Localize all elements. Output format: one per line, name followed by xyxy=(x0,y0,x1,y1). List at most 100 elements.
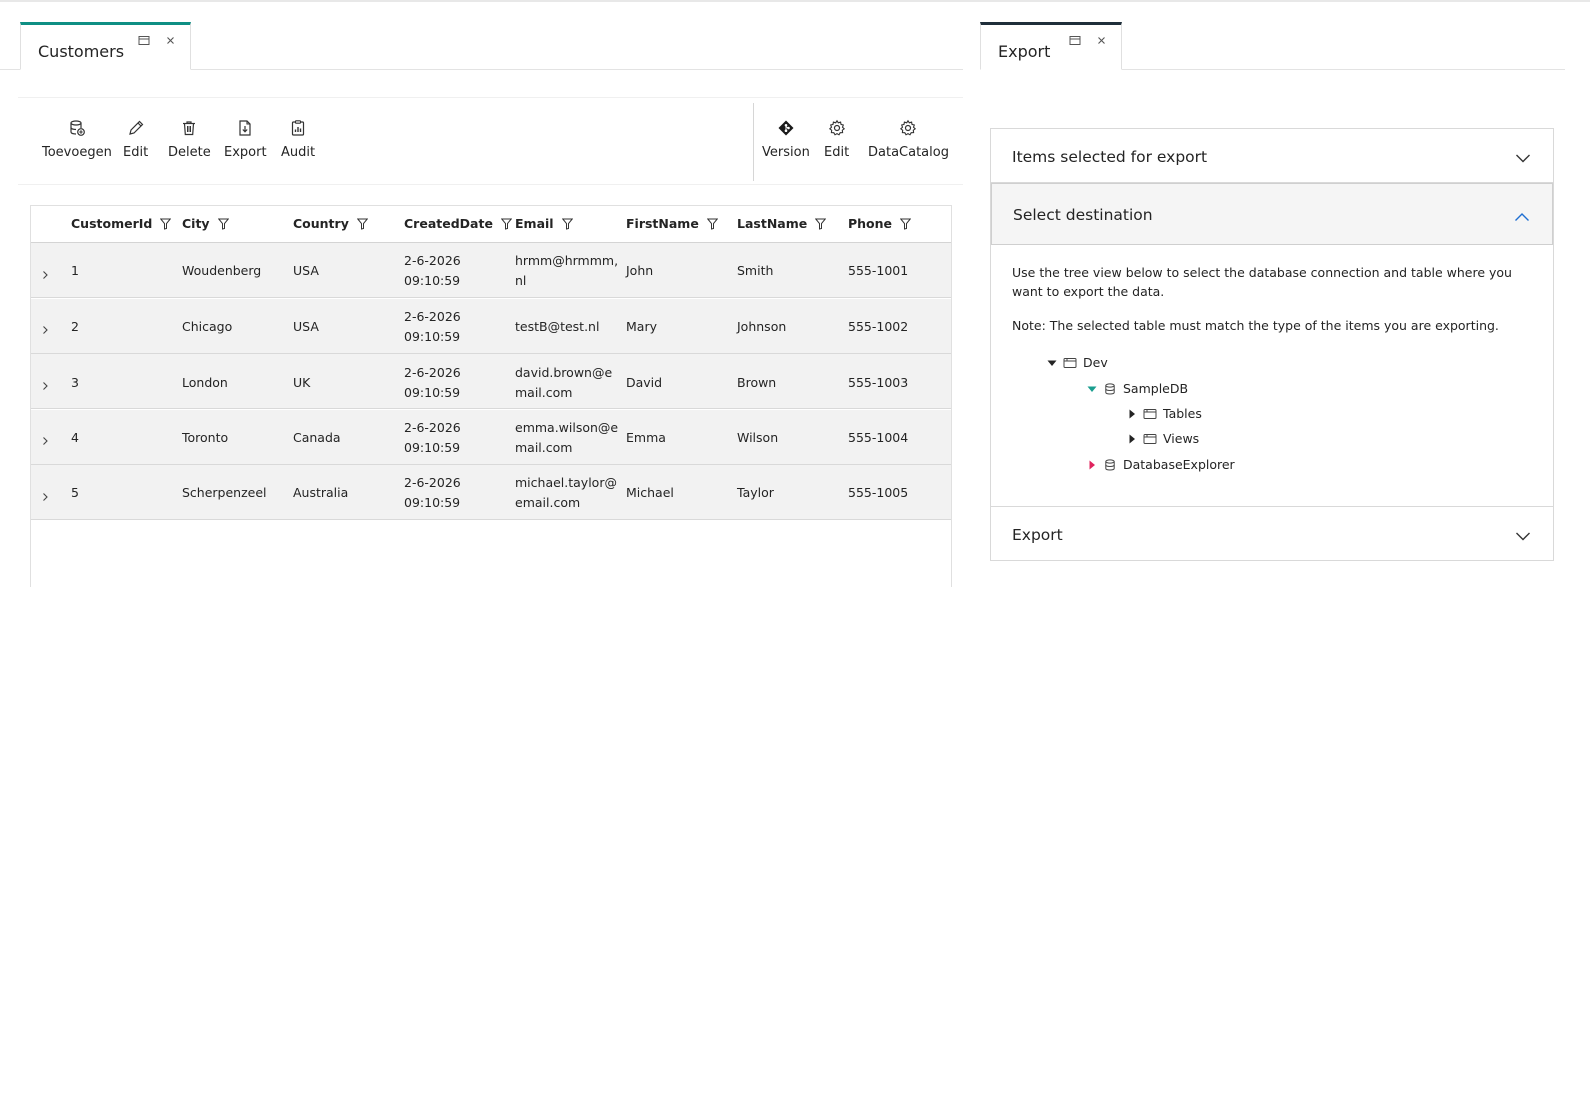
table-row[interactable]: 4 Toronto Canada 2-6-2026 09:10:59 emma.… xyxy=(31,410,951,465)
delete-button[interactable]: Delete xyxy=(168,118,211,160)
column-header-phone[interactable]: Phone xyxy=(848,216,912,231)
accordion-items-selected[interactable]: Items selected for export xyxy=(991,129,1553,183)
tab-customers[interactable]: Customers xyxy=(20,22,191,70)
column-header-label: FirstName xyxy=(626,216,699,231)
column-header-label: Email xyxy=(515,216,554,231)
column-header-customerid[interactable]: CustomerId xyxy=(71,216,172,231)
cell-country: USA xyxy=(293,263,319,278)
filter-icon[interactable] xyxy=(217,218,229,230)
folder-window-icon xyxy=(1063,357,1077,369)
filter-icon[interactable] xyxy=(815,218,827,230)
tree-node-tables[interactable]: Tables xyxy=(1127,406,1202,421)
filter-icon[interactable] xyxy=(356,218,368,230)
export-tabbar: Export xyxy=(980,22,1565,70)
cell-createddate-date: 2-6-2026 xyxy=(404,365,461,380)
cell-createddate-time: 09:10:59 xyxy=(404,273,461,288)
column-header-label: LastName xyxy=(737,216,808,231)
caret-collapsed-icon[interactable] xyxy=(1087,460,1097,470)
datacatalog-button[interactable]: DataCatalog xyxy=(868,118,949,160)
export-button[interactable]: Export xyxy=(224,118,267,160)
cell-phone: 555-1005 xyxy=(848,485,909,500)
cell-createddate-date: 2-6-2026 xyxy=(404,309,461,324)
accordion-title: Items selected for export xyxy=(1012,148,1208,166)
column-header-createddate[interactable]: CreatedDate xyxy=(404,216,512,231)
caret-expanded-icon[interactable] xyxy=(1047,358,1057,368)
cell-email-line1: david.brown@e xyxy=(515,365,613,380)
edit-button-label: Edit xyxy=(123,145,149,160)
trash-icon xyxy=(179,118,199,138)
filter-icon[interactable] xyxy=(160,218,172,230)
column-header-firstname[interactable]: FirstName xyxy=(626,216,718,231)
cell-customerid: 3 xyxy=(71,375,79,390)
document-export-icon xyxy=(235,118,255,138)
accordion-export[interactable]: Export xyxy=(991,506,1553,560)
close-icon[interactable] xyxy=(164,34,176,46)
customers-tabbar: Customers xyxy=(0,22,963,70)
cell-lastname: Wilson xyxy=(737,430,779,445)
chevron-right-icon[interactable] xyxy=(39,432,51,445)
cell-country: UK xyxy=(293,375,311,390)
column-header-city[interactable]: City xyxy=(182,216,229,231)
table-row[interactable]: 1 Woudenberg USA 2-6-2026 09:10:59 hrmm@… xyxy=(31,243,951,298)
cell-country: Australia xyxy=(293,485,349,500)
edit-settings-button[interactable]: Edit xyxy=(824,118,849,160)
cell-createddate-time: 09:10:59 xyxy=(404,385,461,400)
table-row[interactable]: 5 Scherpenzeel Australia 2-6-2026 09:10:… xyxy=(31,465,951,520)
folder-window-icon xyxy=(1143,433,1157,445)
add-button-label: Toevoegen xyxy=(42,145,112,160)
column-header-country[interactable]: Country xyxy=(293,216,368,231)
column-header-lastname[interactable]: LastName xyxy=(737,216,827,231)
cell-firstname: John xyxy=(626,263,654,278)
edit-button[interactable]: Edit xyxy=(123,118,148,160)
cell-customerid: 4 xyxy=(71,430,79,445)
filter-icon[interactable] xyxy=(561,218,573,230)
tree-node-dev[interactable]: Dev xyxy=(1047,355,1108,370)
gear-icon xyxy=(898,118,918,138)
cell-firstname: Mary xyxy=(626,319,657,334)
cell-customerid: 1 xyxy=(71,263,79,278)
cell-city: Woudenberg xyxy=(182,263,262,278)
column-header-label: City xyxy=(182,216,210,231)
window-restore-icon[interactable] xyxy=(1069,34,1081,46)
tree-node-views[interactable]: Views xyxy=(1127,431,1199,446)
export-accordion: Items selected for export Select destina… xyxy=(990,128,1554,561)
toolbar-divider xyxy=(753,103,754,181)
filter-icon[interactable] xyxy=(900,218,912,230)
cell-customerid: 2 xyxy=(71,319,79,334)
audit-button-label: Audit xyxy=(281,145,316,160)
cell-city: Scherpenzeel xyxy=(182,485,267,500)
cell-lastname: Smith xyxy=(737,263,774,278)
column-header-label: Phone xyxy=(848,216,893,231)
column-header-email[interactable]: Email xyxy=(515,216,573,231)
cell-lastname: Taylor xyxy=(737,485,774,500)
chevron-right-icon[interactable] xyxy=(39,488,51,501)
caret-collapsed-icon[interactable] xyxy=(1127,409,1137,419)
accordion-select-destination[interactable]: Select destination xyxy=(991,183,1553,245)
folder-window-icon xyxy=(1143,408,1157,420)
table-row[interactable]: 3 London UK 2-6-2026 09:10:59 david.brow… xyxy=(31,354,951,409)
caret-collapsed-icon[interactable] xyxy=(1127,434,1137,444)
cell-firstname: David xyxy=(626,375,663,390)
delete-button-label: Delete xyxy=(168,145,211,160)
tree-node-sampledb[interactable]: SampleDB xyxy=(1087,381,1188,396)
tree-node-databaseexplorer[interactable]: DatabaseExplorer xyxy=(1087,457,1235,472)
caret-expanded-icon[interactable] xyxy=(1087,384,1097,394)
add-button[interactable]: Toevoegen xyxy=(42,118,112,160)
chevron-right-icon[interactable] xyxy=(39,266,51,279)
tree-node-label: SampleDB xyxy=(1123,381,1189,396)
chevron-right-icon[interactable] xyxy=(39,377,51,390)
version-button[interactable]: Version xyxy=(762,118,810,160)
close-icon[interactable] xyxy=(1095,34,1107,46)
table-row[interactable]: 2 Chicago USA 2-6-2026 09:10:59 testB@te… xyxy=(31,299,951,354)
clipboard-chart-icon xyxy=(288,118,308,138)
filter-icon[interactable] xyxy=(706,218,718,230)
cell-country: USA xyxy=(293,319,319,334)
cell-email-line2: nl xyxy=(515,273,527,288)
cell-email-line1: hrmm@hrmmm, xyxy=(515,253,619,268)
window-restore-icon[interactable] xyxy=(138,34,150,46)
chevron-right-icon[interactable] xyxy=(39,321,51,334)
filter-icon[interactable] xyxy=(500,218,512,230)
tab-export[interactable]: Export xyxy=(980,22,1122,70)
audit-button[interactable]: Audit xyxy=(281,118,315,160)
tab-export-label: Export xyxy=(998,42,1051,61)
